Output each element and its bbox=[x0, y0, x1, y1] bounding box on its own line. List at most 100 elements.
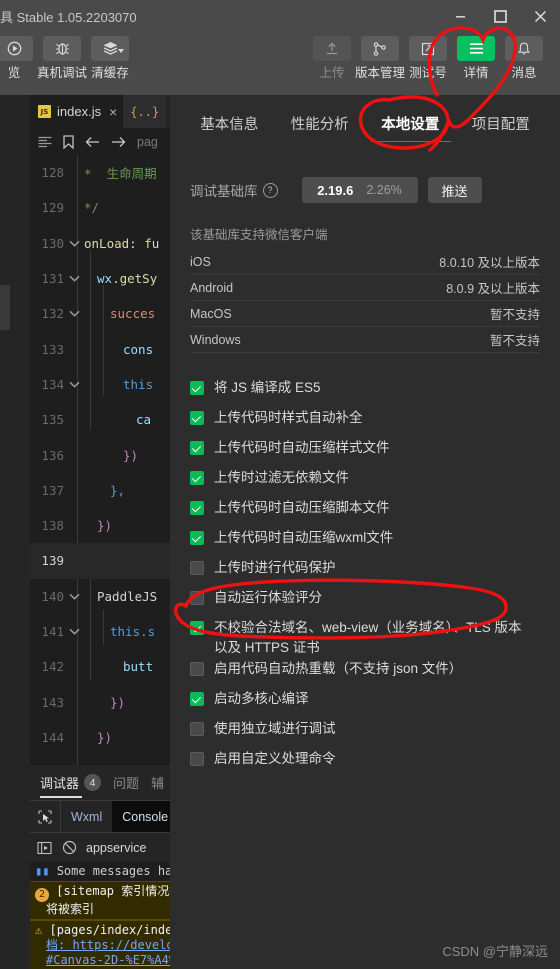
checkbox-checked-icon[interactable] bbox=[190, 531, 204, 545]
setting-option[interactable]: 启用自定义处理命令 bbox=[190, 749, 540, 778]
close-icon[interactable] bbox=[520, 0, 560, 33]
toolbar-button-test-account[interactable]: 测试号 bbox=[404, 33, 452, 91]
window-title: 具 Stable 1.05.2203070 bbox=[0, 10, 137, 25]
checkbox-checked-icon[interactable] bbox=[190, 692, 204, 706]
toolbar-label-preview: 览 bbox=[7, 66, 21, 80]
fold-chevron-icon[interactable] bbox=[66, 275, 82, 282]
tab-basic-info[interactable]: 基本信息 bbox=[200, 113, 258, 134]
fold-chevron-icon[interactable] bbox=[66, 310, 82, 318]
setting-option-label: 将 JS 编译成 ES5 bbox=[214, 380, 321, 395]
checkbox-checked-icon[interactable] bbox=[190, 471, 204, 485]
checkbox-unchecked-icon[interactable] bbox=[190, 722, 204, 736]
code-editor[interactable]: 128 * 生命周期 129 */130 onLoad: fu 131 wx.getSy 13… bbox=[30, 155, 170, 765]
clear-console-icon[interactable] bbox=[62, 840, 77, 855]
question-icon[interactable]: ? bbox=[262, 182, 278, 198]
file-tab-bar: JS index.js × {..} bbox=[30, 95, 170, 128]
debug-panel-tabs: 调试器 4 问题 辅 bbox=[30, 765, 170, 800]
setting-option[interactable]: 上传代码时自动压缩脚本文件 bbox=[190, 498, 540, 527]
toolbar-label-version-management: 版本管理 bbox=[355, 66, 406, 80]
checkbox-unchecked-icon[interactable] bbox=[190, 662, 204, 676]
code-text: butt bbox=[123, 659, 154, 675]
toolbar-button-clear-cache[interactable]: 清缓存 bbox=[86, 33, 134, 91]
checkbox-unchecked-icon[interactable] bbox=[190, 591, 204, 605]
devtools-tab-console[interactable]: Console bbox=[112, 801, 170, 832]
toolbar-label-upload: 上传 bbox=[319, 66, 345, 80]
outline-list-icon[interactable] bbox=[38, 136, 52, 148]
toolbar-button-details[interactable]: 详情 bbox=[452, 33, 500, 91]
warning-triangle-icon: ⚠ bbox=[35, 922, 43, 937]
forward-arrow-icon[interactable] bbox=[111, 136, 126, 148]
console-log-text3[interactable]: #Canvas-2D-%E7%A4%B bbox=[35, 953, 170, 968]
setting-option[interactable]: 上传代码时自动压缩样式文件 bbox=[190, 438, 540, 467]
setting-option-label: 启动多核心编译 bbox=[214, 691, 309, 706]
console-output[interactable]: ▮▮ Some messages have 2 [sitemap 索引情况提 将… bbox=[30, 862, 170, 969]
fold-chevron-icon[interactable] bbox=[66, 593, 82, 600]
toolbar-button-upload[interactable]: 上传 bbox=[308, 33, 356, 91]
toolbar-button-real-device-debug[interactable]: 真机调试 bbox=[37, 33, 87, 91]
setting-option[interactable]: 启用代码自动热重载（不支持 json 文件） bbox=[190, 659, 540, 688]
console-log-text: [sitemap 索引情况提 bbox=[56, 884, 170, 898]
base-library-version-select[interactable]: 2.19.6 2.26% bbox=[301, 177, 418, 203]
close-icon[interactable]: × bbox=[109, 104, 117, 120]
push-button[interactable]: 推送 bbox=[427, 177, 482, 203]
tab-local-settings[interactable]: 本地设置 bbox=[381, 113, 439, 134]
bookmark-icon[interactable] bbox=[63, 134, 74, 149]
fold-chevron-icon[interactable] bbox=[66, 240, 82, 247]
code-line: 142 butt bbox=[30, 649, 170, 684]
setting-option[interactable]: 上传时过滤无依赖文件 bbox=[190, 468, 540, 497]
breadcrumb-path[interactable]: pag bbox=[137, 135, 158, 149]
file-tab-json[interactable]: {..} bbox=[123, 95, 167, 128]
checkbox-checked-icon[interactable] bbox=[190, 381, 204, 395]
setting-option[interactable]: 上传代码时样式自动补全 bbox=[190, 408, 540, 437]
maximize-icon[interactable] bbox=[480, 0, 520, 33]
code-text: PaddleJS bbox=[97, 588, 158, 604]
devtools-tab-wxml[interactable]: Wxml bbox=[61, 801, 112, 832]
panel-tab-problems[interactable]: 问题 bbox=[113, 773, 139, 792]
cursor-select-icon[interactable] bbox=[30, 801, 61, 832]
checkbox-unchecked-icon[interactable] bbox=[190, 561, 204, 575]
checkbox-checked-icon[interactable] bbox=[190, 501, 204, 515]
minimize-icon[interactable] bbox=[440, 0, 480, 33]
rail-scroll-thumb[interactable] bbox=[0, 285, 10, 330]
setting-option[interactable]: 使用独立域进行调试 bbox=[190, 719, 540, 748]
panel-tab-aux[interactable]: 辅 bbox=[151, 773, 164, 792]
debug-base-library-row: 调试基础库 ? 2.19.6 2.26% 推送 bbox=[190, 170, 540, 210]
os-version: 暂不支持 bbox=[489, 334, 540, 348]
setting-option[interactable]: 上传时进行代码保护 bbox=[190, 558, 540, 587]
panel-tab-debugger[interactable]: 调试器 4 bbox=[40, 773, 102, 792]
back-arrow-icon[interactable] bbox=[85, 136, 100, 148]
setting-option[interactable]: 启动多核心编译 bbox=[190, 689, 540, 718]
code-text: }) bbox=[97, 518, 113, 534]
setting-option[interactable]: 不校验合法域名、web-view（业务域名）、TLS 版本以及 HTTPS 证书 bbox=[190, 618, 540, 658]
table-row: iOS 8.0.10 及以上版本 bbox=[190, 249, 540, 275]
toolbar-label-messages: 消息 bbox=[511, 66, 537, 80]
base-library-version: 2.19.6 bbox=[317, 182, 354, 198]
code-text: wx.getSy bbox=[97, 271, 158, 287]
console-log-link[interactable]: 档: https://develop bbox=[46, 938, 170, 952]
os-name: MacOS bbox=[190, 306, 232, 321]
checkbox-checked-icon[interactable] bbox=[190, 411, 204, 425]
file-tab-index-js[interactable]: JS index.js × bbox=[30, 95, 124, 128]
tab-performance[interactable]: 性能分析 bbox=[291, 113, 349, 134]
toolbar-button-version-management[interactable]: 版本管理 bbox=[355, 33, 406, 91]
editor-column: JS index.js × {..} pag 128 * 生命周期 129 */… bbox=[0, 95, 170, 969]
base-library-label: 调试基础库 bbox=[190, 184, 258, 199]
code-line: 138}) bbox=[30, 508, 170, 543]
breadcrumb: pag bbox=[30, 128, 170, 155]
step-into-icon[interactable] bbox=[37, 841, 53, 855]
checkbox-unchecked-icon[interactable] bbox=[190, 752, 204, 766]
watermark: CSDN @宁静深远 bbox=[442, 944, 548, 959]
toolbar-button-preview[interactable]: 览 bbox=[0, 33, 38, 91]
checkbox-checked-icon[interactable] bbox=[190, 441, 204, 455]
setting-option[interactable]: 上传代码时自动压缩wxml文件 bbox=[190, 528, 540, 557]
code-text: this bbox=[123, 376, 154, 392]
checkbox-checked-icon[interactable] bbox=[190, 621, 204, 635]
setting-option[interactable]: 将 JS 编译成 ES5 bbox=[190, 378, 540, 407]
code-line: 129 */ bbox=[30, 190, 170, 225]
console-context-select[interactable]: appservice bbox=[86, 841, 146, 855]
fold-chevron-icon[interactable] bbox=[66, 381, 82, 388]
fold-chevron-icon[interactable] bbox=[66, 628, 82, 635]
toolbar-button-messages[interactable]: 消息 bbox=[500, 33, 548, 91]
setting-option[interactable]: 自动运行体验评分 bbox=[190, 588, 540, 617]
tab-project-config[interactable]: 项目配置 bbox=[472, 113, 530, 134]
